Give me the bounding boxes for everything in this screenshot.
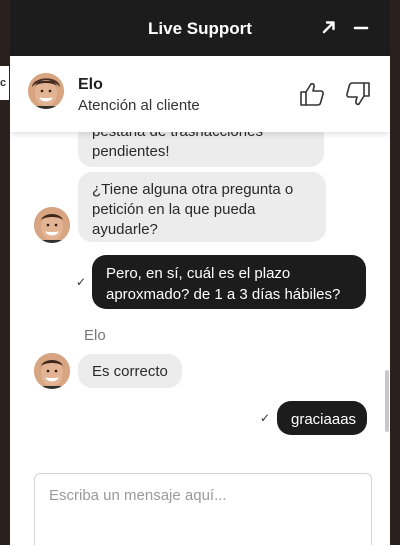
message-text-line: pestaña de trasnacciones <box>92 132 310 142</box>
user-message: graciaaas <box>277 401 367 435</box>
agent-avatar <box>28 73 64 109</box>
expand-arrow-icon <box>322 21 335 34</box>
message-text-line: petición en la que pueda <box>92 201 256 218</box>
dislike-button[interactable] <box>344 80 372 108</box>
page-background-right <box>390 0 400 545</box>
message-input[interactable] <box>35 474 371 545</box>
scrollbar-thumb[interactable] <box>385 370 389 432</box>
delivered-check-icon: ✓ <box>76 275 87 289</box>
minimize-icon <box>353 26 369 30</box>
chat-header: Live Support <box>10 0 390 56</box>
page-background-text: c <box>0 66 9 100</box>
live-support-widget: Live Support Elo Atención al cliente pen… <box>10 0 390 545</box>
thumbs-up-icon <box>300 82 324 106</box>
message-list[interactable]: pestaña de trasnacciones pendientes! ¿Ti… <box>10 132 390 460</box>
delivered-check-icon: ✓ <box>260 411 271 425</box>
message-text-line: ayudarle? <box>92 221 158 238</box>
message-text-line: graciaaas <box>291 411 357 428</box>
message-text-line: Es correcto <box>92 363 168 380</box>
message-text-line: ¿Tiene alguna otra pregunta o <box>92 181 294 198</box>
message-composer[interactable] <box>34 473 372 545</box>
agent-avatar <box>34 207 70 243</box>
sender-name: Elo <box>84 327 106 344</box>
message-text-line: pendientes! <box>92 143 170 160</box>
like-button[interactable] <box>298 80 326 108</box>
message-text-line: aproxmado? de 1 a 3 días hábiles? <box>106 286 341 303</box>
agent-name: Elo <box>78 76 103 93</box>
agent-message: ¿Tiene alguna otra pregunta o petición e… <box>78 172 326 242</box>
expand-button[interactable] <box>316 14 342 40</box>
agent-message: pestaña de trasnacciones pendientes! <box>78 132 324 167</box>
user-message: Pero, en sí, cuál es el plazo aproxmado?… <box>92 255 366 309</box>
agent-role: Atención al cliente <box>78 97 200 114</box>
agent-message: Es correcto <box>78 354 182 388</box>
agent-avatar <box>34 353 70 389</box>
minimize-button[interactable] <box>348 14 374 40</box>
thumbs-down-icon <box>346 82 370 106</box>
agent-info-card: Elo Atención al cliente <box>10 56 390 132</box>
message-text-line: Pero, en sí, cuál es el plazo <box>106 265 291 282</box>
